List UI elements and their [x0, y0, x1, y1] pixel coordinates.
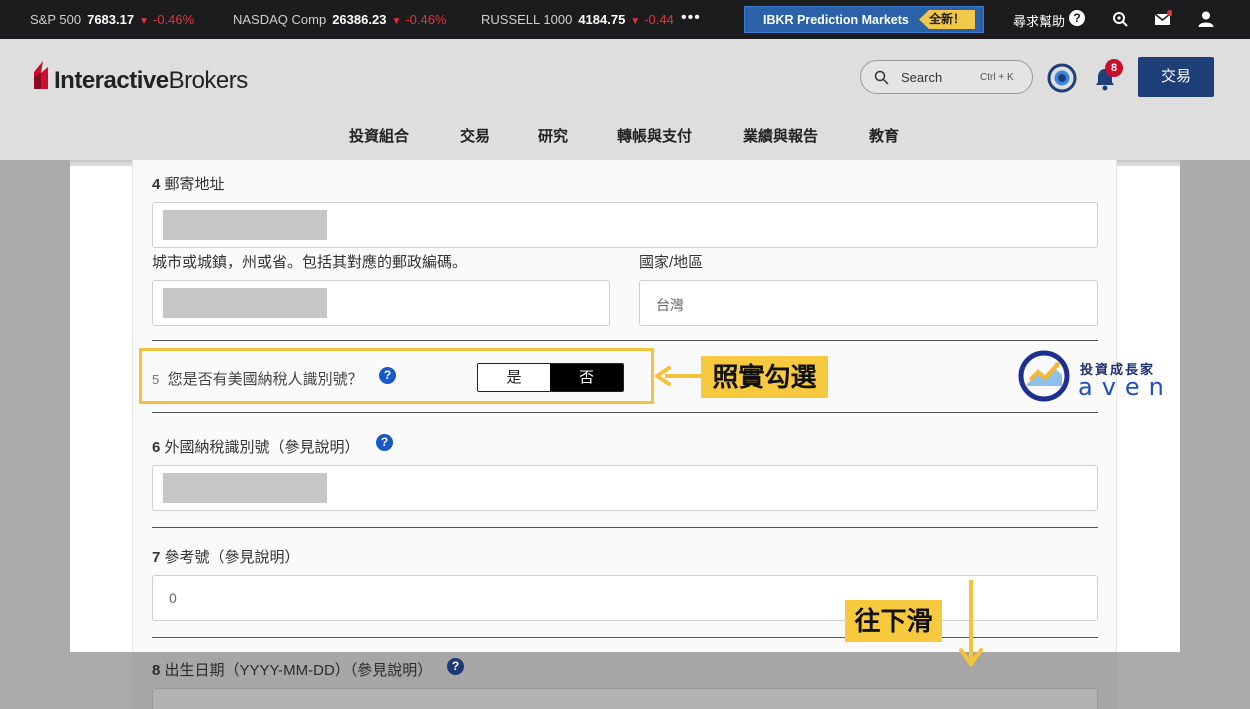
reference-number-input[interactable]: 0 — [152, 575, 1098, 621]
trade-button[interactable]: 交易 — [1138, 57, 1214, 97]
check-annotation: 照實勾選 — [701, 356, 828, 398]
country-field[interactable]: 台灣 — [639, 280, 1098, 326]
ticker-nasdaq[interactable]: NASDAQ Comp 26386.23 ▼ -0.46% — [233, 12, 447, 27]
logo-text-bold: Interactive — [54, 67, 169, 94]
q7-label: 7 參考號（參見說明） — [152, 549, 300, 566]
dim-overlay-left — [0, 160, 70, 709]
nav-research[interactable]: 研究 — [538, 125, 568, 146]
logo-text: Brokers — [168, 67, 249, 94]
down-triangle-icon: ▼ — [391, 16, 402, 27]
city-label: 城市或城鎮，州或省。包括其對應的郵政編碼。 — [152, 254, 468, 271]
ib-flame-icon — [34, 61, 48, 89]
scroll-annotation: 往下滑 — [845, 600, 942, 642]
country-value: 台灣 — [656, 297, 684, 313]
nav-performance-reports[interactable]: 業績與報告 — [743, 125, 818, 146]
user-icon[interactable] — [1197, 10, 1215, 28]
dim-overlay-right — [1180, 160, 1250, 709]
search-input[interactable]: Search Ctrl + K — [860, 60, 1033, 94]
search-label: Search — [901, 70, 943, 85]
foreign-tin-input[interactable] — [152, 465, 1098, 511]
new-badge: 全新！ — [919, 10, 975, 29]
birth-date-input[interactable] — [152, 688, 1098, 709]
app-header: InteractiveBrokers Search Ctrl + K 8 交易 … — [0, 39, 1250, 160]
q5-label: 5 您是否有美國納稅人識別號？ — [152, 371, 363, 388]
search-shortcut: Ctrl + K — [980, 72, 1014, 83]
prediction-markets-label: IBKR Prediction Markets — [763, 13, 909, 27]
search-icon — [874, 70, 889, 85]
toggle-yes-button[interactable]: 是 — [478, 364, 550, 391]
help-question-icon[interactable]: ? — [1069, 10, 1085, 26]
q8-label: 8 出生日期（YYYY-MM-DD）（參見說明） — [152, 662, 433, 679]
mailing-address-input[interactable] — [152, 202, 1098, 248]
chat-search-icon[interactable] — [1111, 10, 1129, 28]
redacted-block — [163, 288, 327, 318]
down-triangle-icon: ▼ — [139, 16, 149, 27]
toggle-no-button[interactable]: 否 — [550, 364, 623, 391]
ticker-russell[interactable]: RUSSELL 1000 4184.75 ▼ -0.44 — [481, 12, 674, 27]
assistant-icon[interactable] — [1047, 63, 1077, 93]
q6-help-icon[interactable]: ? — [376, 434, 393, 451]
market-ticker-bar: S&P 500 7683.17 ▼ -0.46% NASDAQ Comp 26386.2… — [0, 0, 1250, 39]
brand-logo: 投資成長家 aven — [1018, 350, 1168, 402]
reference-number-value: 0 — [169, 590, 177, 606]
ticker-sp500[interactable]: S&P 500 7683.17 ▼ -0.46% — [30, 12, 194, 27]
more-tickers-button[interactable]: ••• — [681, 9, 701, 27]
notification-count-badge: 8 — [1105, 59, 1123, 77]
country-label: 國家/地區 — [639, 254, 704, 271]
section-divider — [152, 340, 1098, 341]
left-arrow-icon — [655, 366, 701, 386]
q8-help-icon[interactable]: ? — [447, 658, 464, 675]
section-divider — [152, 412, 1098, 413]
down-triangle-icon: ▼ — [630, 16, 641, 27]
section-divider — [152, 527, 1098, 528]
mail-icon[interactable] — [1154, 10, 1172, 28]
us-tin-toggle: 是 否 — [477, 363, 624, 392]
brand-emblem-icon — [1018, 350, 1070, 402]
brand-name-en: aven — [1078, 373, 1173, 401]
down-arrow-icon — [959, 580, 983, 668]
notification-bell[interactable]: 8 — [1093, 59, 1127, 93]
nav-education[interactable]: 教育 — [869, 125, 899, 146]
nav-portfolio[interactable]: 投資組合 — [349, 125, 409, 146]
q5-help-icon[interactable]: ? — [379, 367, 396, 384]
section-divider — [152, 637, 1098, 638]
help-link[interactable]: 尋求幫助 — [1013, 11, 1065, 30]
redacted-block — [163, 473, 327, 503]
redacted-block — [163, 210, 327, 240]
nav-trade[interactable]: 交易 — [460, 125, 490, 146]
city-input[interactable] — [152, 280, 610, 326]
q4-label: 4 郵寄地址 — [152, 176, 225, 193]
q6-label: 6 外國納稅識別號（參見說明） — [152, 439, 360, 456]
nav-transfer-pay[interactable]: 轉帳與支付 — [617, 125, 692, 146]
prediction-markets-banner[interactable]: IBKR Prediction Markets 全新！ — [744, 6, 984, 33]
